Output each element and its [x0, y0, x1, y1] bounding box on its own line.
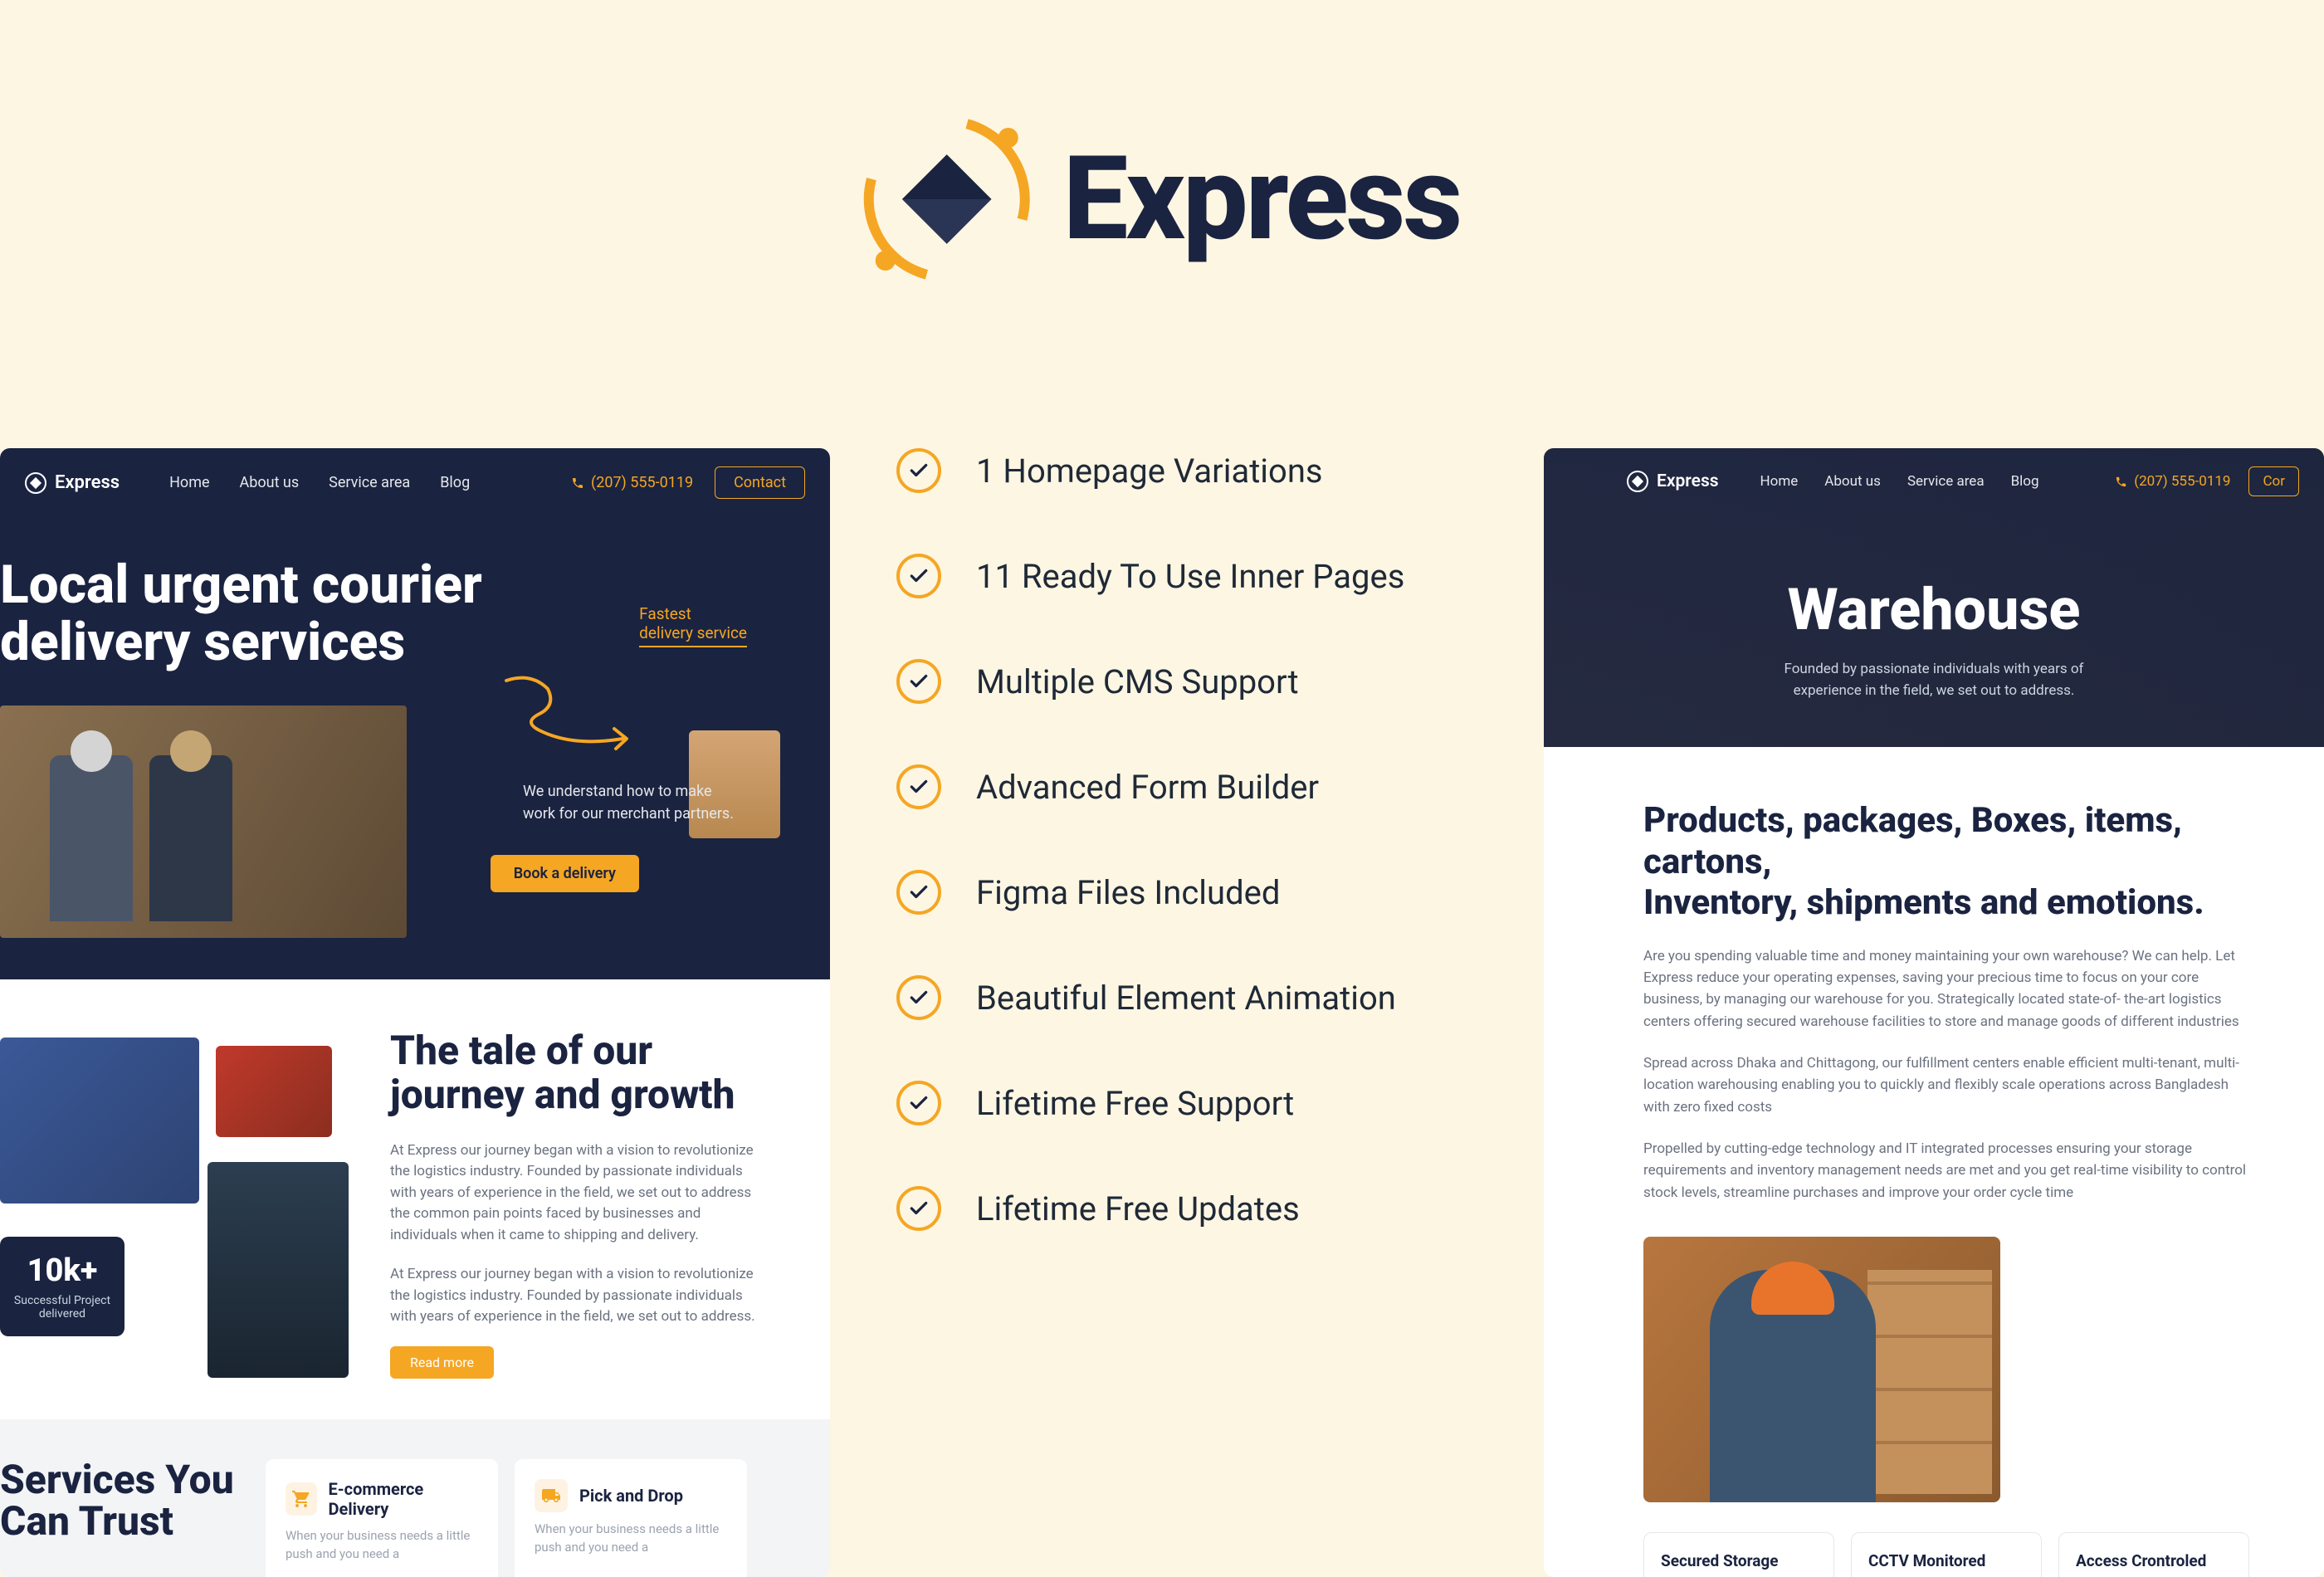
brand-logo-icon [864, 116, 1030, 282]
nav-link-blog[interactable]: Blog [2011, 473, 2039, 490]
cube-icon [25, 472, 46, 494]
content-paragraph: Are you spending valuable time and money… [1643, 945, 2249, 1033]
nav-brand[interactable]: Express [1627, 471, 1719, 492]
feature-item: Beautiful Element Animation [896, 975, 1428, 1020]
feature-label: Multiple CMS Support [976, 662, 1299, 701]
contact-button[interactable]: Contact [715, 466, 805, 499]
service-card-title: Pick and Drop [579, 1486, 683, 1506]
feature-item: Advanced Form Builder [896, 764, 1428, 809]
content-heading: Products, packages, Boxes, items, carton… [1643, 800, 2249, 924]
service-card[interactable]: E-commerce Delivery When your business n… [266, 1459, 498, 1577]
phone-link[interactable]: (207) 555-0119 [2115, 473, 2230, 490]
feature-card-title: Secured Storage [1661, 1551, 1817, 1570]
hero-section: Express Home About us Service area Blog … [0, 448, 830, 979]
feature-label: 1 Homepage Variations [976, 452, 1323, 491]
feature-label: Lifetime Free Support [976, 1084, 1294, 1123]
feature-label: Beautiful Element Animation [976, 979, 1396, 1018]
phone-number: (207) 555-0119 [591, 474, 693, 491]
warehouse-photo [1643, 1237, 2000, 1502]
stat-label: Successful Project delivered [14, 1294, 110, 1321]
read-more-button[interactable]: Read more [390, 1346, 494, 1379]
nav-bar: Express Home About us Service area Blog … [0, 448, 830, 517]
check-icon [896, 764, 941, 809]
hero-tagline: Fastest delivery service [639, 604, 747, 647]
features-list: 1 Homepage Variations 11 Ready To Use In… [896, 448, 1428, 1291]
story-image-collage: 10k+ Successful Project delivered [0, 1029, 357, 1386]
nav-menu: Home About us Service area Blog [1760, 473, 2039, 490]
services-section: Services You Can Trust E-commerce Delive… [0, 1419, 830, 1577]
phone-link[interactable]: (207) 555-0119 [571, 474, 693, 491]
hero-photo-delivery [0, 706, 407, 938]
feature-item: Lifetime Free Updates [896, 1186, 1428, 1231]
book-delivery-button[interactable]: Book a delivery [491, 855, 639, 892]
feature-label: Advanced Form Builder [976, 768, 1319, 807]
content-paragraph: Spread across Dhaka and Chittagong, our … [1643, 1052, 2249, 1118]
cart-icon [286, 1482, 317, 1516]
contact-button[interactable]: Cor [2248, 466, 2299, 496]
story-paragraph: At Express our journey began with a visi… [390, 1140, 764, 1247]
feature-card: CCTV Monitored Our state-of-the-art stor… [1851, 1532, 2042, 1577]
service-card-desc: When your business needs a little push a… [286, 1527, 478, 1564]
phone-number: (207) 555-0119 [2134, 473, 2230, 490]
page-title: Warehouse [1544, 576, 2324, 644]
hero-section: Express Home About us Service area Blog … [1544, 448, 2324, 747]
feature-label: Lifetime Free Updates [976, 1189, 1300, 1228]
check-icon [896, 448, 941, 493]
nav-link-service[interactable]: Service area [329, 474, 410, 491]
stat-badge: 10k+ Successful Project delivered [0, 1237, 124, 1336]
story-heading: The tale of our journey and growth [390, 1029, 764, 1117]
nav-brand[interactable]: Express [25, 472, 120, 494]
brand-label: Express [1657, 471, 1719, 491]
feature-item: 1 Homepage Variations [896, 448, 1428, 493]
feature-card-title: CCTV Monitored [1868, 1551, 2024, 1570]
nav-link-about[interactable]: About us [240, 474, 300, 491]
feature-card: Secured Storage We help you store your p… [1643, 1532, 1834, 1577]
content-section: Products, packages, Boxes, items, carton… [1544, 747, 2324, 1577]
page-subtitle: Founded by passionate individuals with y… [1544, 659, 2324, 701]
check-icon [896, 1081, 941, 1125]
hero-headline: Local urgent courier delivery services [0, 556, 482, 671]
service-card-desc: When your business needs a little push a… [535, 1521, 727, 1557]
feature-item: 11 Ready To Use Inner Pages [896, 554, 1428, 598]
nav-link-home[interactable]: Home [1760, 473, 1799, 490]
feature-item: Multiple CMS Support [896, 659, 1428, 704]
check-icon [896, 870, 941, 915]
nav-menu: Home About us Service area Blog [169, 474, 470, 491]
content-paragraph: Propelled by cutting-edge technology and… [1643, 1138, 2249, 1204]
cube-icon [1627, 471, 1648, 492]
check-icon [896, 1186, 941, 1231]
truck-icon [535, 1479, 568, 1512]
hero-body: We understand how to make work for our m… [523, 780, 739, 825]
brand-label: Express [55, 472, 120, 493]
service-card-title: E-commerce Delivery [329, 1479, 478, 1519]
feature-card: Access Crontroled The storage is restric… [2058, 1532, 2249, 1577]
service-card[interactable]: Pick and Drop When your business needs a… [515, 1459, 747, 1577]
template-preview-home: Express Home About us Service area Blog … [0, 448, 830, 1577]
stat-value: 10k+ [27, 1252, 98, 1289]
feature-label: 11 Ready To Use Inner Pages [976, 557, 1404, 596]
brand-name: Express [1063, 131, 1461, 267]
nav-link-blog[interactable]: Blog [440, 474, 470, 491]
feature-card-title: Access Crontroled [2076, 1551, 2232, 1570]
scribble-arrow-icon [498, 664, 647, 764]
nav-link-service[interactable]: Service area [1907, 473, 1985, 490]
nav-link-home[interactable]: Home [169, 474, 209, 491]
nav-bar: Express Home About us Service area Blog … [1544, 448, 2324, 515]
story-section: 10k+ Successful Project delivered The ta… [0, 979, 830, 1419]
check-icon [896, 659, 941, 704]
phone-icon [2115, 476, 2127, 488]
story-paragraph: At Express our journey began with a visi… [390, 1264, 764, 1328]
nav-link-about[interactable]: About us [1824, 473, 1881, 490]
feature-item: Figma Files Included [896, 870, 1428, 915]
phone-icon [571, 476, 584, 490]
feature-label: Figma Files Included [976, 873, 1280, 912]
feature-item: Lifetime Free Support [896, 1081, 1428, 1125]
services-heading: Services You Can Trust [0, 1459, 241, 1543]
brand-header: Express [864, 116, 1461, 282]
check-icon [896, 975, 941, 1020]
template-preview-warehouse: Express Home About us Service area Blog … [1544, 448, 2324, 1577]
check-icon [896, 554, 941, 598]
